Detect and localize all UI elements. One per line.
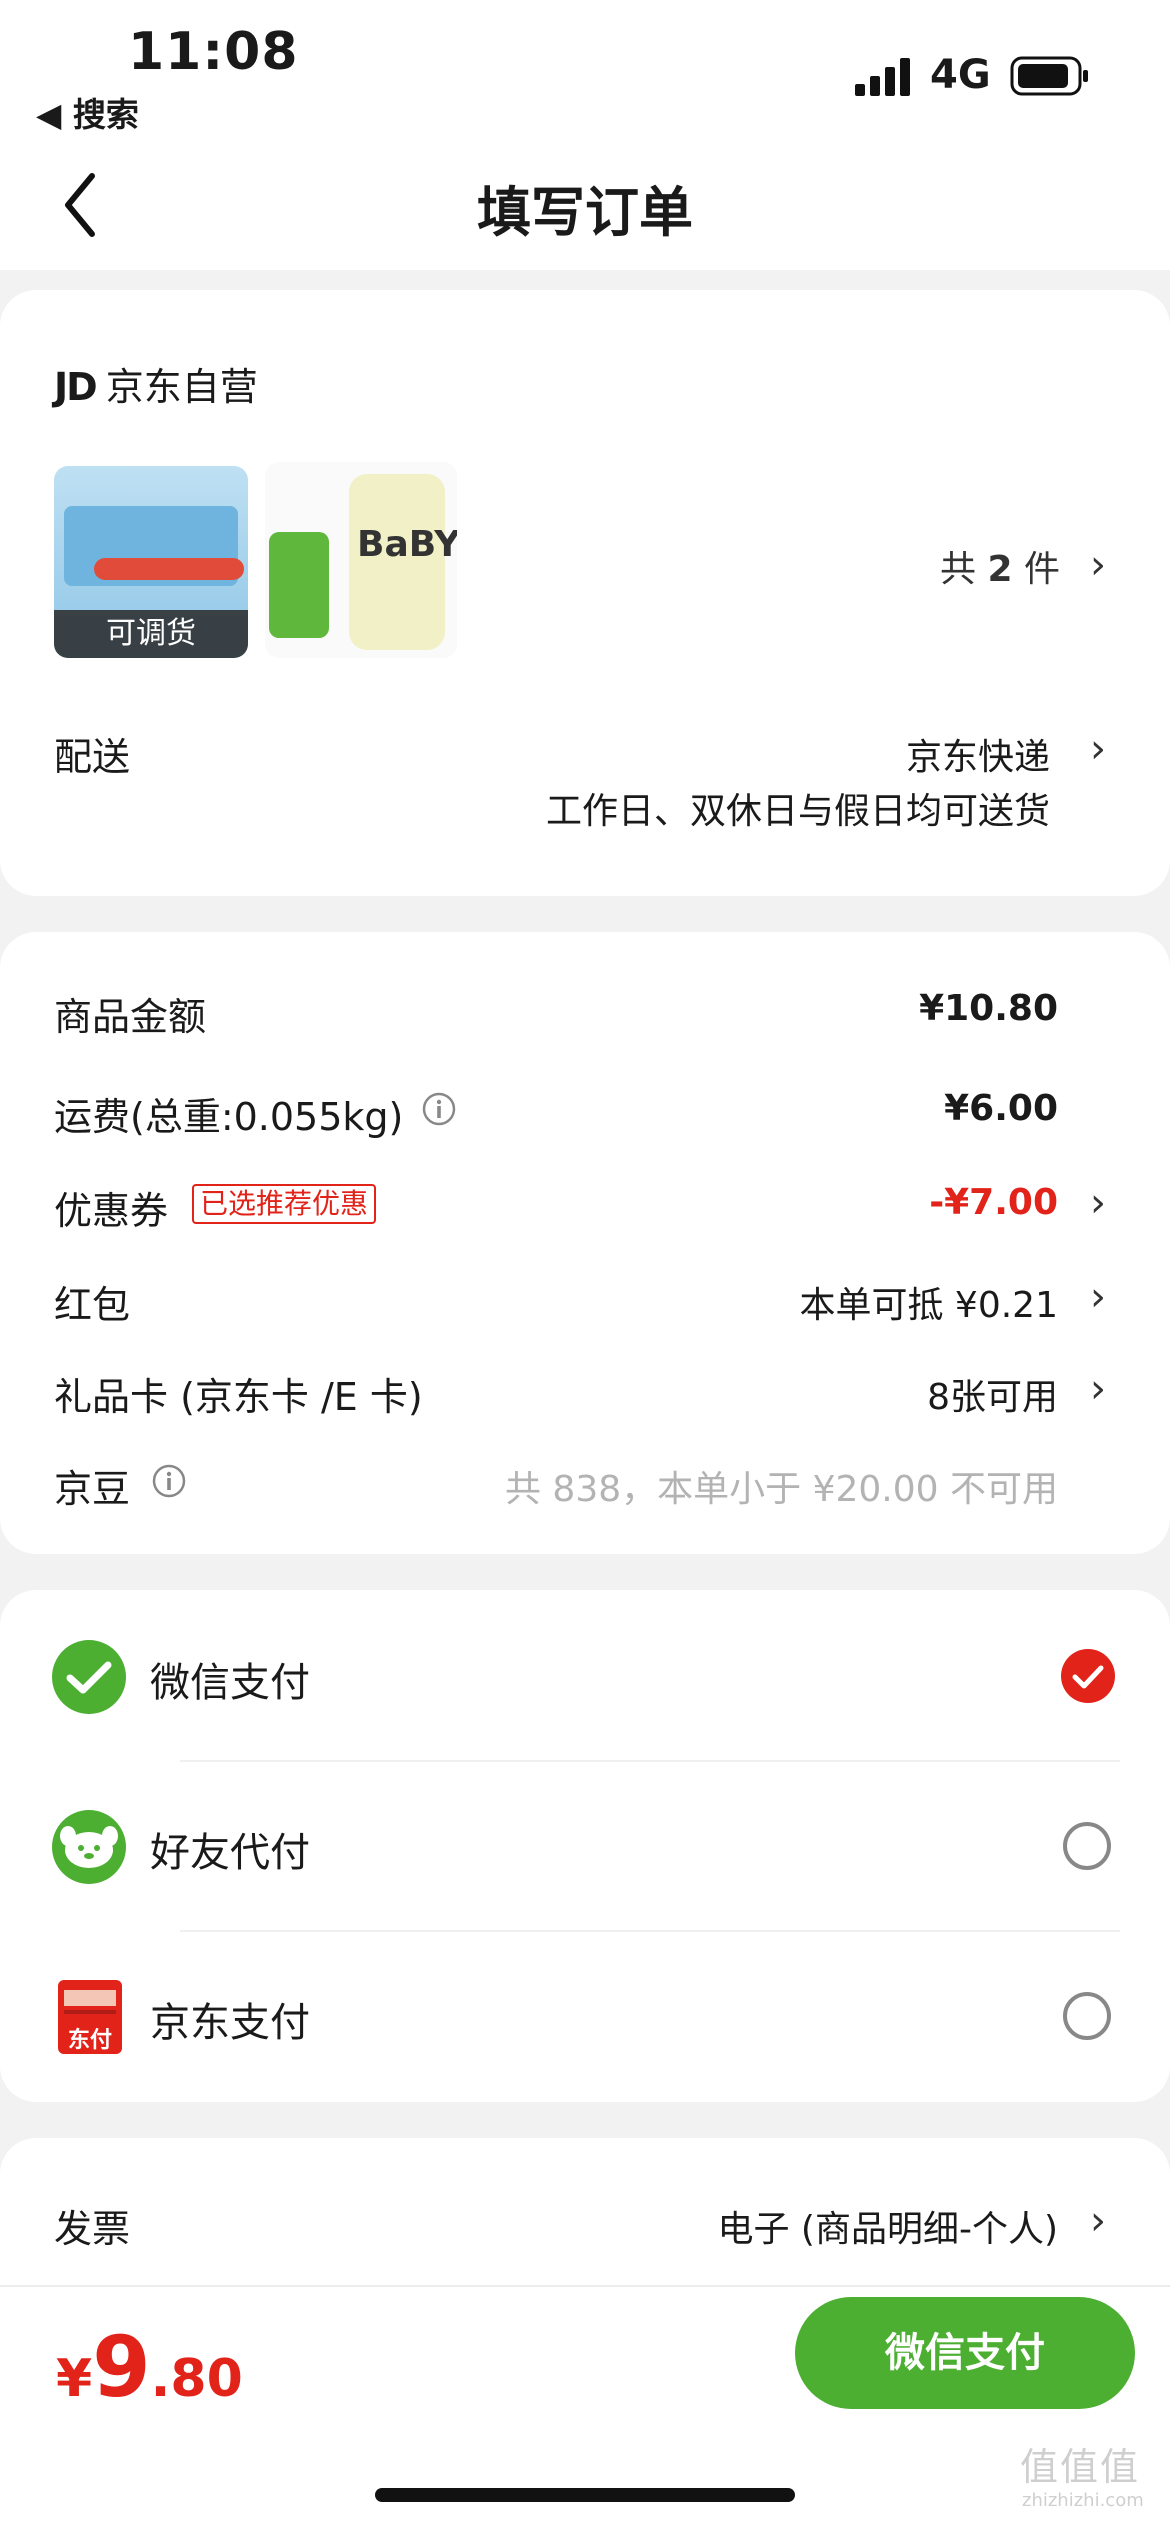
- invoice-value[interactable]: 电子 (商品明细-个人): [560, 2200, 1058, 2252]
- delivery-label: 配送: [54, 735, 131, 779]
- info-icon[interactable]: [152, 1464, 186, 1498]
- gift-card-label: 礼品卡 (京东卡 /E 卡): [54, 1375, 423, 1419]
- goods-amount-label: 商品金额: [54, 995, 207, 1039]
- invoice-label: 发票: [54, 2207, 131, 2251]
- radio-unchecked-icon[interactable]: [1063, 1992, 1111, 2040]
- chevron-right-icon[interactable]: ›: [1090, 542, 1106, 588]
- store-name: JD 京东自营: [54, 365, 258, 409]
- jd-pay-label: 京东支付: [150, 2000, 310, 2046]
- watermark-site: zhizhizhi.com: [1022, 2490, 1144, 2511]
- jd-logo-icon: JD: [54, 365, 98, 409]
- shipping-label: 运费(总重:0.055kg): [54, 1095, 404, 1139]
- delivery-method[interactable]: 京东快递: [700, 728, 1050, 780]
- jingdou-label: 京豆: [54, 1467, 131, 1511]
- item-count[interactable]: 共 2 件: [940, 540, 1060, 592]
- product-brand-text: BaBY: [357, 524, 457, 565]
- back-to-search-link[interactable]: ◀ 搜索: [36, 88, 139, 136]
- red-packet-label: 红包: [54, 1283, 131, 1327]
- promo-badge: [269, 532, 329, 638]
- chevron-right-icon[interactable]: ›: [1090, 1180, 1106, 1226]
- chevron-right-icon[interactable]: ›: [1090, 2198, 1106, 2244]
- radio-unchecked-icon[interactable]: [1063, 1822, 1111, 1870]
- delivery-note: 工作日、双休日与假日均可送货: [545, 791, 1050, 832]
- chevron-right-icon[interactable]: ›: [1090, 726, 1106, 772]
- red-packet-value[interactable]: 本单可抵 ¥0.21: [600, 1276, 1058, 1328]
- wechat-pay-icon: [52, 1640, 126, 1714]
- restock-tag: 可调货: [54, 610, 248, 658]
- wechat-pay-label: 微信支付: [150, 1660, 310, 1706]
- shipping-value: ¥6.00: [944, 1088, 1058, 1129]
- friend-pay-label: 好友代付: [150, 1830, 310, 1876]
- product-thumbnail-detergent[interactable]: BaBY: [265, 462, 457, 658]
- coupon-applied-badge: 已选推荐优惠: [192, 1184, 377, 1224]
- watermark-logo: 值值值: [1020, 2445, 1141, 2489]
- battery-icon: [1010, 56, 1088, 96]
- goods-amount-value: ¥10.80: [919, 988, 1058, 1029]
- coupon-label: 优惠券: [54, 1189, 169, 1233]
- network-type: 4G: [930, 52, 991, 98]
- jingdou-value: 共 838，本单小于 ¥20.00 不可用: [504, 1469, 1058, 1510]
- signal-icon: [855, 58, 910, 96]
- page-title: 填写订单: [477, 181, 693, 244]
- chevron-right-icon[interactable]: ›: [1090, 1274, 1106, 1320]
- product-thumbnail-wipes[interactable]: 可调货: [54, 466, 248, 658]
- wechat-pay-button[interactable]: 微信支付: [795, 2297, 1135, 2409]
- friend-pay-icon: [52, 1810, 126, 1884]
- home-indicator[interactable]: [375, 2488, 795, 2502]
- chevron-right-icon[interactable]: ›: [1090, 1366, 1106, 1412]
- order-total: ¥9.80: [56, 2318, 243, 2416]
- gift-card-value[interactable]: 8张可用: [700, 1368, 1058, 1420]
- jd-pay-icon-text: 东付: [67, 2028, 112, 2053]
- coupon-value[interactable]: -¥7.00: [700, 1182, 1058, 1223]
- radio-checked-icon[interactable]: [1060, 1648, 1116, 1704]
- info-icon[interactable]: [422, 1092, 456, 1126]
- status-time: 11:08: [128, 22, 299, 82]
